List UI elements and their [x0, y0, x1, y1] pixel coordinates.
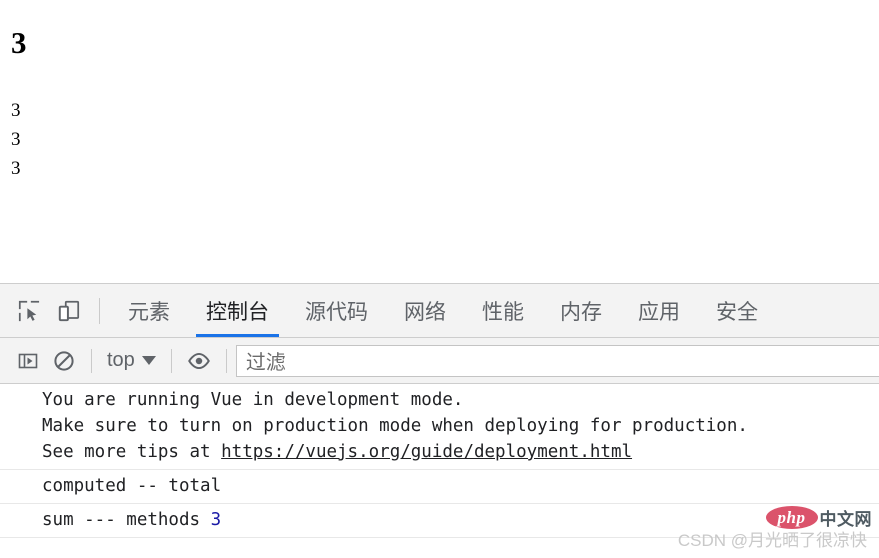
tab-label: 源代码 — [305, 300, 368, 324]
tab-label: 应用 — [638, 300, 680, 324]
page-value-item: 3 — [11, 100, 21, 121]
clear-console-icon[interactable] — [46, 343, 82, 379]
tab-console[interactable]: 控制台 — [188, 284, 287, 337]
tab-performance[interactable]: 性能 — [464, 284, 542, 337]
tab-label: 内存 — [560, 300, 602, 324]
page-value-item: 3 — [11, 129, 21, 150]
console-message-line: sum --- methods 3 — [42, 507, 879, 533]
tab-elements[interactable]: 元素 — [110, 284, 188, 337]
console-message[interactable]: computed -- total — [0, 470, 879, 504]
page-value-item: 3 — [11, 158, 21, 179]
tab-security[interactable]: 安全 — [698, 284, 776, 337]
page-viewport: 3 3 3 3 — [0, 0, 879, 283]
console-message-text: See more tips at — [42, 442, 222, 462]
devtools-panel: 元素 控制台 源代码 网络 性能 内存 应用 安全 top 过滤 You are… — [0, 283, 879, 558]
console-message[interactable]: You are running Vue in development mode.… — [0, 384, 879, 470]
console-filter-input[interactable]: 过滤 — [235, 344, 879, 377]
tab-sources[interactable]: 源代码 — [287, 284, 386, 337]
console-message-line: Make sure to turn on production mode whe… — [42, 416, 748, 436]
inspect-cursor-icon[interactable] — [9, 291, 49, 331]
tab-network[interactable]: 网络 — [386, 284, 464, 337]
console-filter-placeholder: 过滤 — [245, 352, 286, 374]
console-toolbar: top 过滤 — [0, 338, 879, 384]
toolbar-divider — [99, 297, 100, 324]
toolbar-divider — [170, 348, 172, 373]
page-value-list: 3 3 3 — [11, 98, 21, 185]
console-message-number: 3 — [210, 510, 222, 530]
tab-label: 安全 — [716, 300, 758, 324]
toolbar-divider — [225, 348, 227, 373]
tab-label: 性能 — [482, 300, 524, 324]
tab-label: 控制台 — [206, 300, 269, 324]
tab-label: 元素 — [128, 300, 170, 324]
device-toolbar-icon[interactable] — [49, 291, 89, 331]
devtools-tab-list: 元素 控制台 源代码 网络 性能 内存 应用 安全 — [110, 284, 879, 337]
execution-context-label: top — [107, 349, 135, 371]
console-output: You are running Vue in development mode.… — [0, 384, 879, 557]
tab-memory[interactable]: 内存 — [542, 284, 620, 337]
execution-context-dropdown[interactable]: top — [101, 349, 162, 372]
console-message-line: computed -- total — [42, 476, 222, 496]
page-heading: 3 — [11, 25, 27, 60]
devtools-tabbar: 元素 控制台 源代码 网络 性能 内存 应用 安全 — [0, 284, 879, 338]
console-message-link[interactable]: https://vuejs.org/guide/deployment.html — [221, 442, 632, 462]
screenshot-root: 3 3 3 3 元素 控制台 源代码 网络 性能 内存 应用 安全 top 过滤… — [0, 0, 879, 558]
tab-application[interactable]: 应用 — [620, 284, 698, 337]
console-message-text: sum --- methods — [42, 510, 211, 530]
console-message-line: You are running Vue in development mode. — [42, 390, 464, 410]
chevron-down-icon — [141, 356, 156, 365]
live-expression-eye-icon[interactable] — [181, 343, 217, 379]
toolbar-divider — [91, 348, 92, 373]
console-sidebar-icon[interactable] — [10, 343, 46, 379]
console-message-line: See more tips at https://vuejs.org/guide… — [42, 439, 879, 465]
tab-label: 网络 — [404, 300, 446, 324]
console-message[interactable]: sum --- methods 3 — [0, 504, 879, 538]
